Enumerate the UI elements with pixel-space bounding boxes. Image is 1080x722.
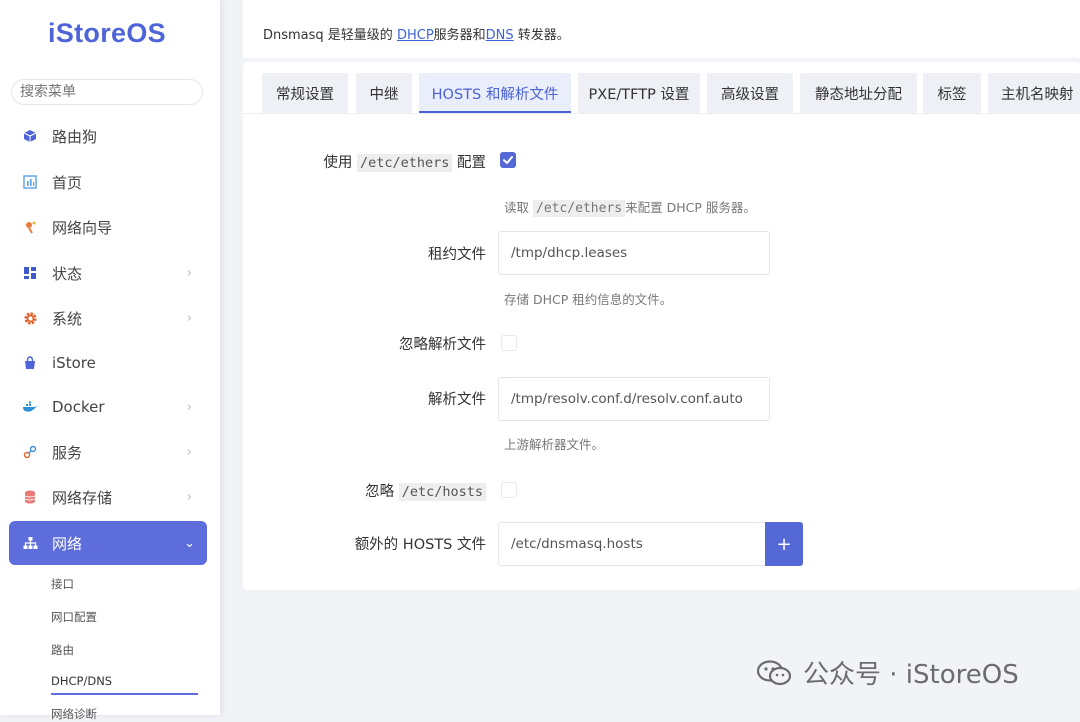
sidebar-item-label: 网络 [52, 534, 83, 553]
lease-file-input[interactable] [498, 231, 770, 275]
ignore-hosts-label: 忽略 /etc/hosts [365, 480, 486, 501]
chevron-right-icon: › [186, 489, 192, 505]
page-description: Dnsmasq 是轻量级的 DHCP服务器和DNS 转发器。 [263, 28, 570, 43]
sub-item-interfaces[interactable]: 接口 [51, 576, 74, 592]
watermark: 公众号 · iStoreOS [757, 654, 1019, 691]
tab-relay[interactable]: 中继 [356, 73, 412, 113]
tabs-divider [243, 113, 1080, 114]
dns-link[interactable]: DNS [486, 28, 514, 43]
resolv-file-label: 解析文件 [428, 392, 486, 408]
dhcp-link[interactable]: DHCP [397, 28, 434, 43]
sidebar-item-label: 服务 [52, 443, 83, 462]
cube-icon [22, 128, 38, 144]
sidebar-item-label: 系统 [52, 309, 83, 328]
tab-static-leases[interactable]: 静态地址分配 [800, 73, 917, 113]
sub-item-routes[interactable]: 路由 [51, 642, 74, 658]
network-icon [22, 535, 38, 551]
grid-icon [22, 265, 38, 281]
sidebar-item-storage[interactable]: 网络存储 › [14, 478, 206, 516]
search-input[interactable] [11, 79, 203, 105]
sidebar-item-router-dog[interactable]: 路由狗 [14, 117, 206, 155]
tab-hosts-resolv[interactable]: HOSTS 和解析文件 [419, 73, 571, 113]
resolv-file-input[interactable] [498, 377, 770, 421]
ignore-resolv-checkbox[interactable] [501, 335, 517, 351]
sidebar-item-label: 状态 [52, 264, 83, 283]
sidebar-item-services[interactable]: 服务 › [14, 433, 206, 471]
services-icon [22, 444, 38, 460]
sidebar-item-label: 路由狗 [52, 127, 98, 146]
sidebar-item-docker[interactable]: Docker › [14, 388, 206, 426]
extra-hosts-input[interactable] [498, 522, 766, 566]
add-hosts-button[interactable]: + [765, 522, 803, 566]
chevron-right-icon: › [186, 399, 192, 415]
ethers-checkbox[interactable] [500, 152, 516, 168]
settings-card [243, 62, 1080, 590]
chevron-right-icon: › [186, 444, 192, 460]
sidebar-item-network[interactable]: 网络 ⌄ [9, 521, 207, 565]
dashboard-icon [22, 174, 38, 190]
sidebar-item-label: iStore [52, 354, 96, 372]
storage-icon [22, 489, 38, 505]
sidebar-item-label: Docker [52, 398, 105, 416]
sidebar: iStoreOS 路由狗 首页 网络向导 状态 › 系统 › [0, 0, 220, 721]
store-icon [22, 355, 38, 371]
chevron-down-icon: ⌄ [184, 535, 195, 551]
ignore-resolv-label: 忽略解析文件 [399, 337, 486, 353]
ethers-label: 使用 /etc/ethers 配置 [323, 154, 486, 172]
resolv-file-help: 上游解析器文件。 [504, 437, 605, 452]
sidebar-item-label: 首页 [52, 173, 83, 192]
sidebar-item-home[interactable]: 首页 [14, 163, 206, 201]
tab-advanced[interactable]: 高级设置 [707, 73, 793, 113]
sidebar-item-label: 网络向导 [52, 218, 113, 237]
sidebar-item-status[interactable]: 状态 › [14, 254, 206, 292]
logo: iStoreOS [48, 18, 166, 48]
chevron-right-icon: › [186, 265, 192, 281]
ignore-hosts-checkbox[interactable] [501, 482, 517, 498]
sidebar-item-wizard[interactable]: 网络向导 [14, 208, 206, 246]
sub-item-active-indicator [51, 693, 198, 695]
gear-icon [22, 310, 38, 326]
sidebar-item-istore[interactable]: iStore [14, 344, 206, 382]
wizard-icon [22, 219, 38, 235]
ethers-help: 读取 /etc/ethers 来配置 DHCP 服务器。 [504, 200, 756, 217]
sidebar-item-label: 网络存储 [52, 488, 113, 507]
docker-icon [22, 399, 38, 415]
tab-general[interactable]: 常规设置 [262, 73, 348, 113]
sidebar-item-system[interactable]: 系统 › [14, 299, 206, 337]
wechat-icon [757, 659, 791, 685]
sub-item-diagnostics[interactable]: 网络诊断 [51, 706, 97, 722]
tab-tags[interactable]: 标签 [923, 73, 981, 113]
lease-file-label: 租约文件 [428, 247, 486, 263]
sub-item-port-config[interactable]: 网口配置 [51, 609, 97, 625]
tab-pxe-tftp[interactable]: PXE/TFTP 设置 [578, 73, 700, 113]
lease-file-help: 存储 DHCP 租约信息的文件。 [504, 292, 673, 307]
chevron-right-icon: › [186, 310, 192, 326]
sub-item-dhcp-dns[interactable]: DHCP/DNS [51, 674, 112, 688]
tab-hostnames[interactable]: 主机名映射 [988, 73, 1080, 113]
extra-hosts-label: 额外的 HOSTS 文件 [354, 537, 486, 553]
active-tab-indicator [419, 111, 571, 113]
check-icon [503, 156, 513, 164]
